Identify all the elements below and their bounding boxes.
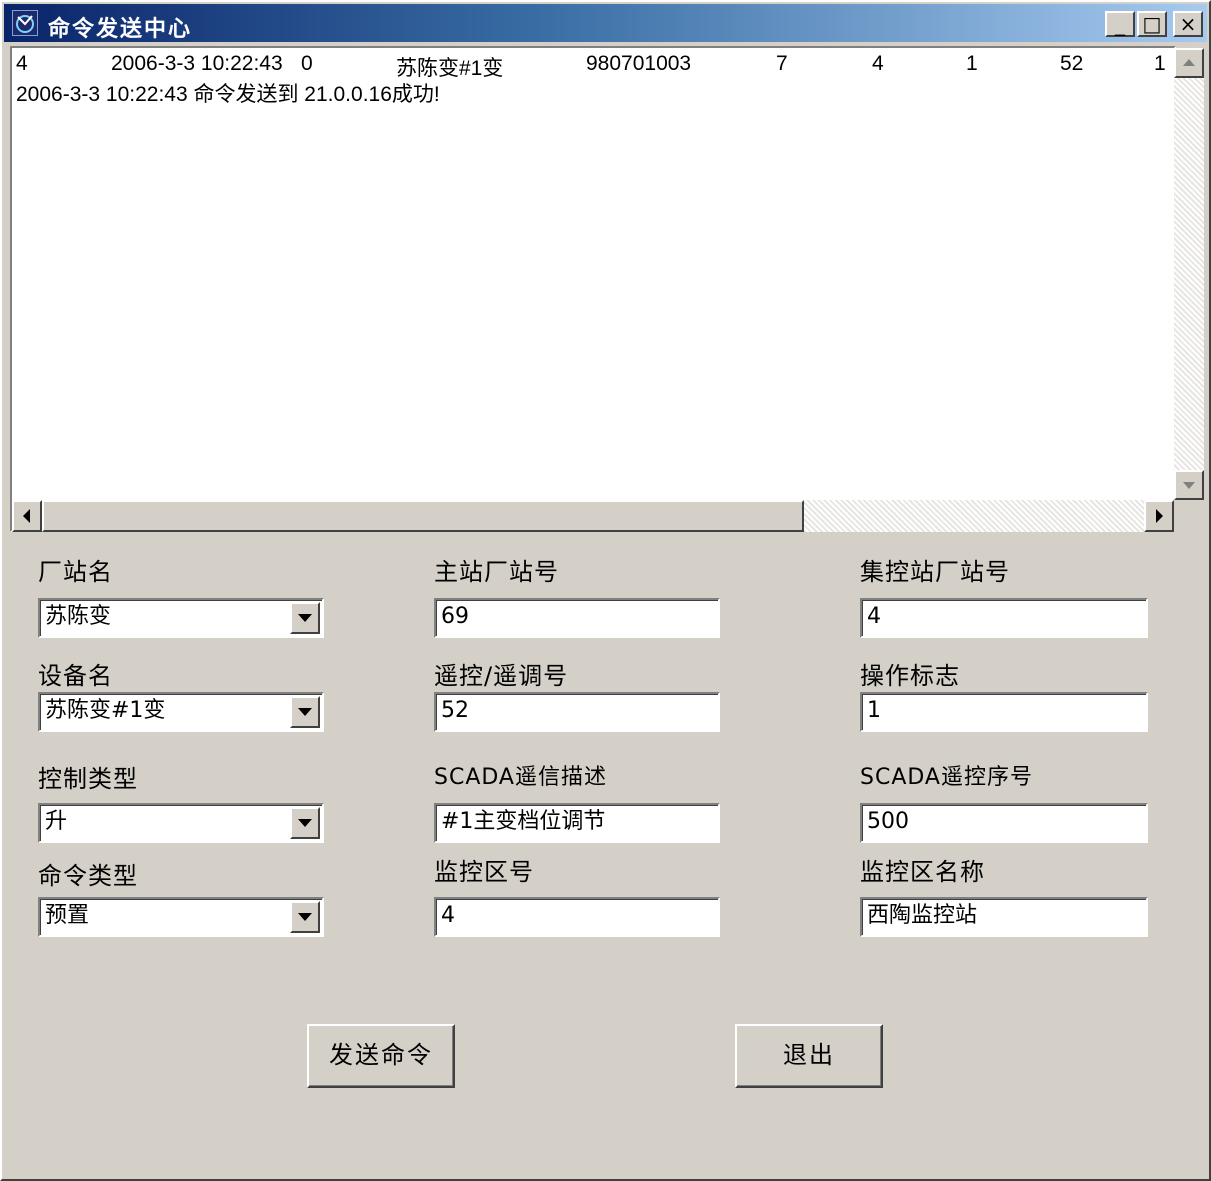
arrow-up-icon bbox=[1183, 59, 1195, 66]
scada-signal-desc-input[interactable]: #1主变档位调节 bbox=[434, 803, 720, 843]
command-type-value: 预置 bbox=[45, 903, 90, 928]
device-name-select[interactable]: 苏陈变#1变 bbox=[38, 692, 324, 732]
monitor-zone-no-label: 监控区号 bbox=[434, 858, 534, 886]
close-button[interactable]: × bbox=[1173, 11, 1203, 37]
station-name-label: 厂站名 bbox=[38, 558, 113, 586]
monitor-zone-no-input[interactable]: 4 bbox=[434, 897, 720, 937]
operation-flag-label: 操作标志 bbox=[860, 662, 960, 690]
scroll-down-button[interactable] bbox=[1174, 470, 1204, 500]
log-cell-time: 2006-3-3 10:22:43 bbox=[111, 52, 283, 75]
control-type-dropdown-button[interactable] bbox=[290, 807, 320, 839]
log-cell-b: 4 bbox=[872, 52, 884, 75]
log-cell-code: 980701003 bbox=[586, 52, 692, 75]
control-station-no-input[interactable]: 4 bbox=[860, 598, 1148, 638]
master-station-no-label: 主站厂站号 bbox=[434, 558, 559, 586]
master-station-no-input[interactable]: 69 bbox=[434, 598, 720, 638]
scroll-up-button[interactable] bbox=[1174, 48, 1204, 78]
arrow-right-icon bbox=[1156, 509, 1163, 523]
window-title: 命令发送中心 bbox=[48, 17, 193, 42]
command-log[interactable]: 4 2006-3-3 10:22:43 0 苏陈变#1变 980701003 7… bbox=[10, 46, 1176, 532]
control-type-select[interactable]: 升 bbox=[38, 803, 324, 843]
arrow-down-icon bbox=[1183, 482, 1195, 489]
remote-no-label: 遥控/遥调号 bbox=[434, 662, 569, 690]
maximize-button[interactable]: □ bbox=[1137, 11, 1167, 37]
horizontal-scrollbar[interactable] bbox=[12, 500, 1174, 532]
chevron-down-icon bbox=[298, 913, 312, 921]
log-cell-flag: 0 bbox=[301, 52, 313, 75]
log-cell-e: 1 bbox=[1154, 52, 1166, 75]
vertical-scrollbar[interactable] bbox=[1174, 48, 1204, 500]
operation-flag-input[interactable]: 1 bbox=[860, 692, 1148, 732]
app-icon[interactable] bbox=[12, 10, 38, 36]
chevron-down-icon bbox=[298, 708, 312, 716]
scroll-left-button[interactable] bbox=[12, 500, 42, 532]
arrow-left-icon bbox=[23, 509, 30, 523]
send-command-button[interactable]: 发送命令 bbox=[307, 1024, 455, 1088]
scada-control-seq-label: SCADA遥控序号 bbox=[860, 765, 1033, 790]
minimize-button[interactable]: _ bbox=[1105, 11, 1135, 37]
station-name-value: 苏陈变 bbox=[45, 604, 112, 629]
scrollbar-corner bbox=[1174, 500, 1204, 532]
horizontal-scroll-thumb[interactable] bbox=[42, 500, 804, 532]
exit-button[interactable]: 退出 bbox=[735, 1024, 883, 1088]
monitor-zone-name-label: 监控区名称 bbox=[860, 858, 985, 886]
control-station-no-label: 集控站厂站号 bbox=[860, 558, 1010, 586]
command-type-dropdown-button[interactable] bbox=[290, 901, 320, 933]
log-message: 2006-3-3 10:22:43 命令发送到 21.0.0.16成功! bbox=[16, 83, 440, 106]
title-bar[interactable]: 命令发送中心 _ □ × bbox=[4, 4, 1207, 42]
station-name-dropdown-button[interactable] bbox=[290, 602, 320, 634]
log-cell-id: 4 bbox=[16, 52, 28, 75]
log-cell-d: 52 bbox=[1060, 52, 1084, 75]
scada-control-seq-input[interactable]: 500 bbox=[860, 803, 1148, 843]
log-cell-c: 1 bbox=[966, 52, 978, 75]
device-name-label: 设备名 bbox=[38, 662, 113, 690]
chevron-down-icon bbox=[298, 819, 312, 827]
control-type-value: 升 bbox=[45, 809, 68, 834]
device-name-dropdown-button[interactable] bbox=[290, 696, 320, 728]
command-center-window: 命令发送中心 _ □ × 4 2006-3-3 10:22:43 0 苏陈变#1… bbox=[0, 0, 1211, 1181]
scroll-right-button[interactable] bbox=[1144, 500, 1174, 532]
scada-signal-desc-label: SCADA遥信描述 bbox=[434, 765, 607, 790]
chevron-down-icon bbox=[298, 614, 312, 622]
command-type-label: 命令类型 bbox=[38, 862, 138, 890]
remote-no-input[interactable]: 52 bbox=[434, 692, 720, 732]
log-cell-a: 7 bbox=[776, 52, 788, 75]
device-name-value: 苏陈变#1变 bbox=[45, 698, 166, 723]
command-type-select[interactable]: 预置 bbox=[38, 897, 324, 937]
monitor-zone-name-input[interactable]: 西陶监控站 bbox=[860, 897, 1148, 937]
control-type-label: 控制类型 bbox=[38, 765, 138, 793]
station-name-select[interactable]: 苏陈变 bbox=[38, 598, 324, 638]
